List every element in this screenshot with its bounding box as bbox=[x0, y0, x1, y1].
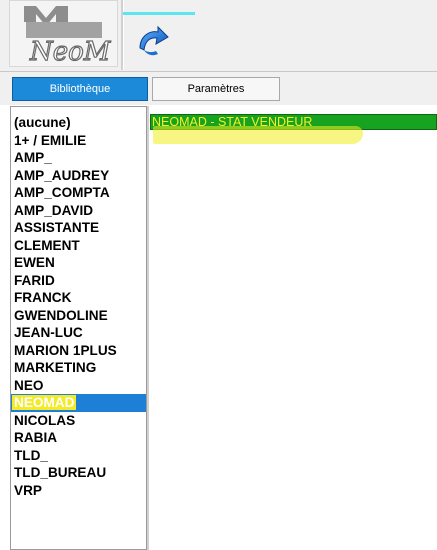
list-item[interactable]: MARKETING bbox=[11, 359, 146, 377]
list-item[interactable]: 1+ / EMILIE bbox=[11, 132, 146, 150]
report-item[interactable]: NEOMAD - STAT VENDEUR bbox=[150, 114, 437, 130]
list-item[interactable]: AMP_AUDREY bbox=[11, 167, 146, 185]
toolbar-accent-line bbox=[123, 12, 195, 15]
run-report-button[interactable] bbox=[128, 18, 176, 66]
tab-parametres[interactable]: Paramètres bbox=[152, 77, 280, 101]
list-item[interactable]: NICOLAS bbox=[11, 412, 146, 430]
list-item[interactable]: AMP_COMPTA bbox=[11, 184, 146, 202]
list-item[interactable]: (aucune) bbox=[11, 114, 146, 132]
list-item[interactable]: NEO bbox=[11, 377, 146, 395]
list-item[interactable]: FARID bbox=[11, 272, 146, 290]
list-item[interactable]: TLD_BUREAU bbox=[11, 464, 146, 482]
list-item[interactable]: AMP_ bbox=[11, 149, 146, 167]
list-item[interactable]: TLD_ bbox=[11, 447, 146, 465]
list-item[interactable]: JEAN-LUC bbox=[11, 324, 146, 342]
toolbar-border bbox=[0, 71, 437, 72]
list-item[interactable]: VRP bbox=[11, 482, 146, 500]
library-list[interactable]: (aucune) 1+ / EMILIE AMP_ AMP_AUDREY AMP… bbox=[10, 106, 147, 550]
reports-pane: NEOMAD - STAT VENDEUR bbox=[149, 106, 437, 550]
toolbar-separator bbox=[121, 0, 124, 70]
toolbar: NeoM bbox=[0, 0, 437, 73]
list-item-selected[interactable]: NEOMAD bbox=[11, 394, 146, 412]
neomad-logo-icon: NeoM bbox=[23, 6, 112, 66]
run-report-icon bbox=[139, 25, 169, 56]
list-item[interactable]: MARION 1PLUS bbox=[11, 342, 146, 360]
tab-bar: Bibliothèque Paramètres bbox=[0, 73, 437, 105]
svg-text:NeoM: NeoM bbox=[29, 37, 112, 66]
list-item-label: NEOMAD bbox=[12, 395, 77, 410]
list-item[interactable]: RABIA bbox=[11, 429, 146, 447]
logo: NeoM bbox=[9, 0, 118, 67]
list-item[interactable]: ASSISTANTE bbox=[11, 219, 146, 237]
list-item[interactable]: EWEN bbox=[11, 254, 146, 272]
tab-bibliotheque[interactable]: Bibliothèque bbox=[12, 77, 148, 101]
list-item[interactable]: GWENDOLINE bbox=[11, 307, 146, 325]
list-item[interactable]: FRANCK bbox=[11, 289, 146, 307]
list-item[interactable]: AMP_DAVID bbox=[11, 202, 146, 220]
list-item[interactable]: CLEMENT bbox=[11, 237, 146, 255]
